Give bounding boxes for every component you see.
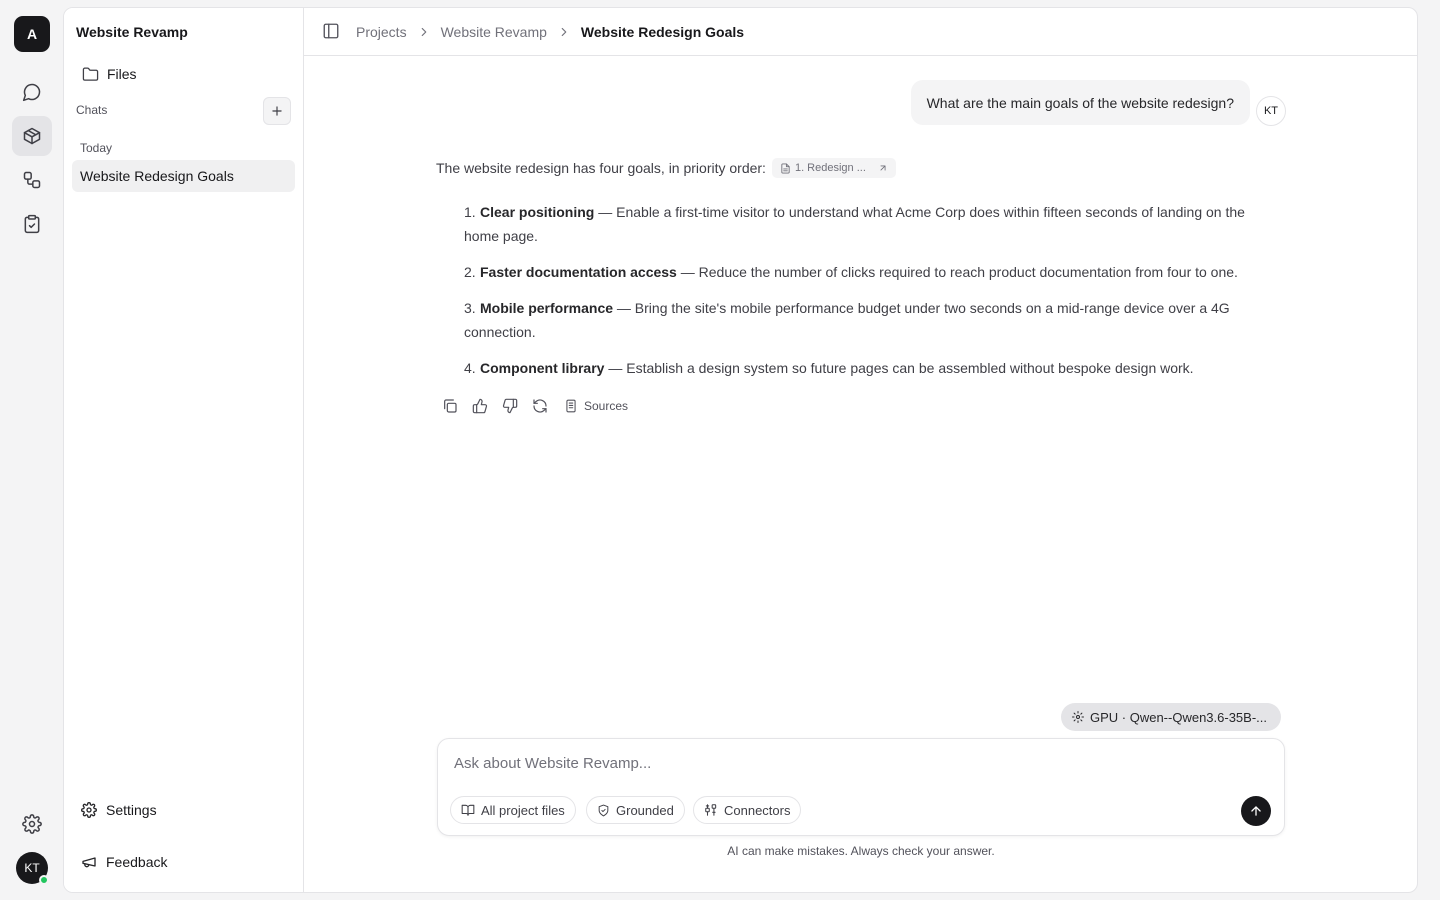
settings-rail-button[interactable] — [12, 804, 52, 844]
goal-title: Faster documentation access — [480, 264, 677, 280]
online-status-dot — [39, 875, 49, 885]
all-project-files-toggle[interactable]: All project files — [450, 796, 576, 824]
breadcrumb-projects[interactable]: Projects — [356, 24, 407, 40]
icon-rail: A KT — [0, 0, 64, 900]
settings-label: Settings — [106, 802, 157, 818]
chat-item-website-redesign-goals[interactable]: Website Redesign Goals — [72, 160, 295, 192]
shield-check-icon — [597, 804, 610, 817]
goal-title: Clear positioning — [480, 204, 595, 220]
ai-disclaimer: AI can make mistakes. Always check your … — [727, 844, 995, 858]
goal-item: 2. Faster documentation access — Reduce t… — [436, 260, 1256, 284]
project-cube-icon — [22, 126, 42, 146]
book-open-icon — [461, 803, 475, 817]
workflows-nav-button[interactable] — [12, 160, 52, 200]
document-list-icon — [564, 399, 578, 413]
chevron-right-icon — [417, 25, 431, 39]
user-avatar-initials: KT — [1263, 105, 1279, 117]
connectors-button[interactable]: Connectors — [693, 796, 802, 824]
tasks-nav-button[interactable] — [12, 204, 52, 244]
today-group-label: Today — [80, 141, 113, 155]
goal-item: 4. Component library — Establish a design… — [436, 356, 1256, 380]
top-bar: Projects Website Revamp Website Redesign… — [304, 8, 1417, 56]
goal-number: 4. — [464, 360, 476, 376]
copy-icon[interactable] — [442, 398, 458, 414]
goal-title: Mobile performance — [480, 300, 614, 316]
message-composer: All project files Grounded Connectors — [437, 738, 1285, 836]
goal-text: — Establish a design system so future pa… — [604, 360, 1194, 376]
feedback-link[interactable]: Feedback — [72, 845, 296, 879]
arrow-up-icon — [1249, 804, 1263, 818]
answer-actions: Sources — [442, 396, 628, 416]
goal-number: 2. — [464, 264, 476, 280]
user-message: What are the main goals of the website r… — [910, 80, 1250, 125]
regenerate-icon[interactable] — [532, 398, 548, 414]
goal-text: — Reduce the number of clicks required t… — [676, 264, 1238, 280]
user-message-text: What are the main goals of the website r… — [926, 94, 1234, 111]
send-button[interactable] — [1241, 796, 1271, 826]
pill-label: Connectors — [724, 802, 791, 818]
folder-icon — [82, 66, 99, 83]
main-frame: Website Revamp Files Chats Today Website… — [63, 7, 1418, 893]
projects-nav-button[interactable] — [12, 116, 52, 156]
project-title: Website Revamp — [76, 24, 188, 40]
settings-link[interactable]: Settings — [72, 793, 296, 827]
chat-icon — [22, 82, 42, 102]
assistant-answer: The website redesign has four goals, in … — [436, 156, 1256, 392]
feedback-label: Feedback — [106, 854, 168, 870]
goal-item: 3. Mobile performance — Bring the site's … — [436, 296, 1256, 344]
thumbs-up-icon[interactable] — [472, 398, 488, 414]
citation-chip[interactable]: 1. Redesign ... — [771, 158, 896, 178]
chats-section-label: Chats — [76, 103, 108, 117]
files-link[interactable]: Files — [72, 60, 296, 88]
grounded-toggle[interactable]: Grounded — [586, 796, 685, 824]
connectors-icon — [704, 803, 718, 817]
workflow-icon — [22, 170, 42, 190]
workspace-logo[interactable]: A — [14, 16, 50, 52]
thumbs-down-icon[interactable] — [502, 398, 518, 414]
external-arrow-icon — [878, 163, 888, 173]
gear-icon — [22, 814, 42, 834]
sources-button[interactable]: Sources — [564, 399, 628, 413]
megaphone-icon — [81, 854, 97, 870]
avatar-initials: KT — [24, 861, 40, 875]
project-sidebar: Website Revamp Files Chats Today Website… — [64, 8, 304, 892]
user-avatar[interactable]: KT — [16, 852, 49, 885]
breadcrumb: Projects Website Revamp Website Redesign… — [356, 8, 744, 56]
chat-item-label: Website Redesign Goals — [80, 168, 234, 184]
model-selector[interactable]: GPU · Qwen--Qwen3.6-35B-... — [1061, 703, 1281, 731]
goal-title: Component library — [480, 360, 605, 376]
message-input[interactable] — [454, 751, 1234, 775]
plus-icon — [270, 104, 284, 118]
answer-intro: The website redesign has four goals, in … — [436, 156, 1256, 180]
new-chat-button[interactable] — [263, 97, 291, 125]
answer-intro-text: The website redesign has four goals, in … — [436, 160, 766, 176]
sources-label: Sources — [584, 399, 629, 413]
pill-label: All project files — [481, 802, 565, 818]
breadcrumb-current: Website Redesign Goals — [580, 24, 745, 40]
pill-label: Grounded — [616, 802, 674, 818]
clipboard-check-icon — [22, 214, 42, 234]
document-icon — [780, 162, 791, 174]
chat-nav-button[interactable] — [12, 72, 52, 112]
goal-item: 1. Clear positioning — Enable a first-tim… — [436, 200, 1256, 248]
files-label: Files — [107, 66, 137, 82]
goals-list: 1. Clear positioning — Enable a first-tim… — [436, 200, 1256, 380]
user-message-avatar: KT — [1256, 96, 1286, 126]
citation-label: 1. Redesign ... — [794, 162, 866, 174]
goal-number: 1. — [464, 204, 476, 220]
cpu-chip-icon — [1072, 711, 1084, 723]
chat-content: Projects Website Revamp Website Redesign… — [304, 8, 1417, 892]
goal-number: 3. — [464, 300, 476, 316]
model-label: GPU · Qwen--Qwen3.6-35B-... — [1090, 709, 1267, 725]
sidebar-toggle-icon[interactable] — [322, 22, 342, 42]
breadcrumb-project[interactable]: Website Revamp — [441, 24, 547, 40]
gear-icon — [81, 802, 97, 818]
chevron-right-icon — [557, 25, 571, 39]
